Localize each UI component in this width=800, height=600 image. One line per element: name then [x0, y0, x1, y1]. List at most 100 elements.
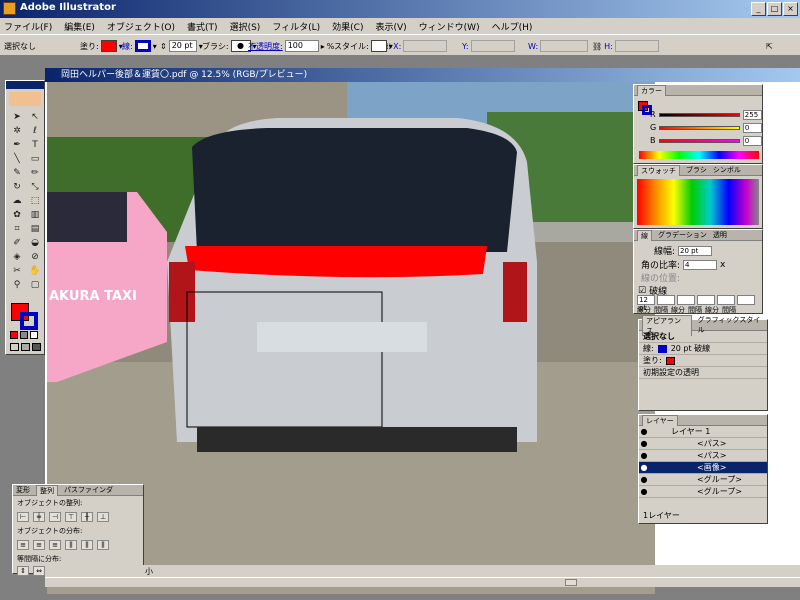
menu-file[interactable]: ファイル(F) [4, 20, 52, 33]
tab-pathfinder[interactable]: パスファインダ [64, 485, 113, 495]
distribute-vcenter-icon[interactable]: ≡ [33, 540, 45, 550]
r-value[interactable]: 255 [742, 109, 762, 120]
color-mode-button[interactable] [10, 331, 18, 339]
tab-transparency[interactable]: 透明 [713, 230, 727, 240]
layer-row[interactable]: ● レイヤー 1 [639, 426, 767, 438]
tab-align[interactable]: 整列 [36, 484, 58, 496]
none-mode-button[interactable] [30, 331, 38, 339]
maximize-button[interactable]: □ [767, 2, 782, 16]
mesh-tool-icon[interactable]: ⌗ [9, 223, 25, 235]
scale-tool-icon[interactable]: ⤡ [27, 181, 43, 193]
gap-3-input[interactable] [737, 295, 755, 305]
eye-icon[interactable]: ● [639, 451, 649, 460]
tab-brushes[interactable]: ブラシ [686, 165, 707, 175]
hand-tool-icon[interactable]: ✋ [27, 265, 43, 277]
g-slider[interactable] [659, 125, 740, 130]
menu-view[interactable]: 表示(V) [375, 20, 406, 33]
sublayer-row[interactable]: ● <グループ> [639, 486, 767, 498]
menu-edit[interactable]: 編集(E) [64, 20, 95, 33]
gradient-mode-button[interactable] [20, 331, 28, 339]
graph-tool-icon[interactable]: ▥ [27, 209, 43, 221]
align-vcenter-icon[interactable]: ╫ [81, 512, 93, 522]
opacity-field[interactable]: 100 [284, 40, 319, 52]
menu-filter[interactable]: フィルタ(L) [272, 20, 320, 33]
swatch-grid[interactable] [637, 179, 759, 225]
tab-layers[interactable]: レイヤー [642, 414, 678, 426]
tab-color[interactable]: カラー [637, 84, 666, 96]
transform-grid-icon[interactable]: ⁞⁞ [386, 42, 391, 51]
stepper-icon[interactable]: ⇕ [160, 42, 167, 51]
appearance-stroke-row[interactable]: 線: 20 pt 破線 [639, 343, 767, 355]
y-field[interactable] [470, 40, 515, 52]
gradient-tool-icon[interactable]: ▤ [27, 223, 43, 235]
eye-icon[interactable]: ● [639, 475, 649, 484]
menu-select[interactable]: 選択(S) [230, 20, 261, 33]
menu-type[interactable]: 書式(T) [187, 20, 218, 33]
tab-swatches[interactable]: スウォッチ [637, 164, 680, 176]
sublayer-row[interactable]: ● <パス> [639, 438, 767, 450]
symbol-sprayer-tool-icon[interactable]: ✿ [9, 209, 25, 221]
tab-transform[interactable]: 変形 [16, 485, 30, 495]
dashed-checkbox[interactable]: ☑ [638, 286, 646, 296]
rotate-tool-icon[interactable]: ↻ [9, 181, 25, 193]
distribute-bottom-icon[interactable]: ≡ [49, 540, 61, 550]
dash-3-input[interactable] [717, 295, 735, 305]
menu-effect[interactable]: 効果(C) [332, 20, 363, 33]
tab-symbols[interactable]: シンボル [713, 165, 741, 175]
align-bottom-icon[interactable]: ⊥ [97, 512, 109, 522]
page-tool-icon[interactable]: ▢ [27, 279, 43, 291]
gap-2-input[interactable] [697, 295, 715, 305]
miter-input[interactable]: 4 [683, 259, 718, 270]
sublayer-row[interactable]: ● <グループ> [639, 474, 767, 486]
eyedropper-tool-icon[interactable]: ✐ [9, 237, 25, 249]
w-field[interactable] [540, 40, 589, 52]
x-field[interactable] [403, 40, 448, 52]
align-left-icon[interactable]: ⊢ [17, 512, 29, 522]
h-field[interactable] [614, 40, 659, 52]
tab-graphic-styles[interactable]: グラフィックスタイル [698, 315, 767, 335]
live-paint-tool-icon[interactable]: ◈ [9, 251, 25, 263]
blend-tool-icon[interactable]: ◒ [27, 237, 43, 249]
appearance-fill-row[interactable]: 塗り: [639, 355, 767, 367]
dash-2-input[interactable] [677, 295, 695, 305]
screen-mode-full-menu-button[interactable] [21, 343, 30, 351]
tab-stroke[interactable]: 線 [637, 229, 652, 241]
sublayer-row[interactable]: ● <パス> [639, 450, 767, 462]
b-slider[interactable] [658, 138, 740, 143]
chevron-down-icon[interactable]: ▾ [153, 42, 157, 51]
close-button[interactable]: × [783, 2, 798, 16]
eye-icon[interactable]: ● [639, 463, 649, 472]
warp-tool-icon[interactable]: ☁ [9, 195, 25, 207]
eye-icon[interactable]: ● [639, 439, 649, 448]
link-icon[interactable]: ⛓ [592, 42, 602, 51]
line-tool-icon[interactable]: ╲ [9, 153, 25, 165]
opacity-link[interactable]: 不透明度: [248, 41, 283, 52]
distribute-top-icon[interactable]: ≡ [17, 540, 29, 550]
type-tool-icon[interactable]: T [27, 139, 43, 151]
appearance-default-row[interactable]: 初期設定の透明 [639, 367, 767, 379]
menu-object[interactable]: オブジェクト(O) [107, 20, 175, 33]
slice-tool-icon[interactable]: ⊘ [27, 251, 43, 263]
style-swatch[interactable] [370, 40, 387, 52]
selection-tool-icon[interactable]: ➤ [9, 111, 25, 123]
scissors-tool-icon[interactable]: ✂ [9, 265, 25, 277]
screen-mode-normal-button[interactable] [10, 343, 19, 351]
stroke-weight-field[interactable]: 20 pt [168, 40, 197, 52]
distribute-hcenter-icon[interactable]: ⫼ [81, 540, 93, 550]
sublayer-row-selected[interactable]: ● <画像> [639, 462, 767, 474]
color-spectrum-bar[interactable] [639, 151, 759, 159]
r-slider[interactable] [658, 112, 740, 117]
free-transform-tool-icon[interactable]: ⬚ [27, 195, 43, 207]
dash-1-input[interactable]: 12 pt [637, 295, 655, 312]
chevron-right-icon[interactable]: ▸ [321, 42, 325, 51]
stroke-weight-input[interactable]: 20 pt [678, 245, 713, 256]
spacing-vertical-icon[interactable]: ⇕ [17, 566, 29, 576]
fill-swatch[interactable] [100, 40, 117, 52]
lasso-tool-icon[interactable]: ℓ [27, 125, 43, 137]
eye-icon[interactable]: ● [639, 487, 649, 496]
align-top-icon[interactable]: ⊤ [65, 512, 77, 522]
spacing-horizontal-icon[interactable]: ⇔ [33, 566, 45, 576]
stroke-swatch[interactable] [134, 40, 151, 52]
magic-wand-tool-icon[interactable]: ✲ [9, 125, 25, 137]
tab-gradient[interactable]: グラデーション [658, 230, 707, 240]
